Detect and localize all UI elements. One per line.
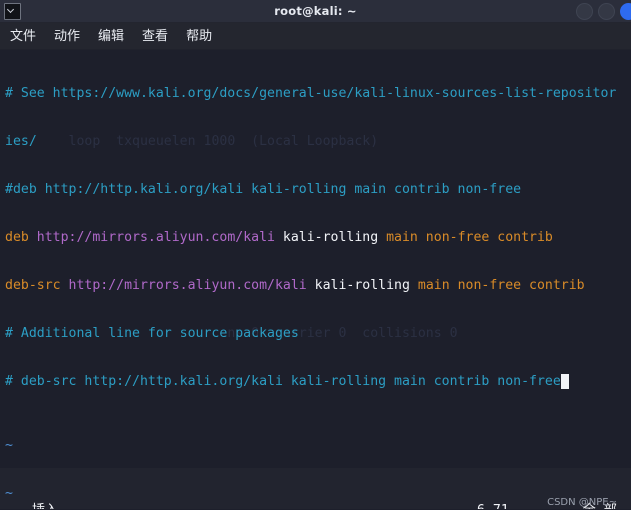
buffer-line-active: # deb-src http://http.kali.org/kali kali…: [5, 374, 631, 390]
repo-url: http://mirrors.aliyun.com/kali: [36, 230, 275, 245]
buffer-line: ies/: [5, 134, 631, 150]
buffer-line: deb http://mirrors.aliyun.com/kali kali-…: [5, 230, 631, 246]
menu-help[interactable]: 帮助: [186, 30, 212, 43]
repo-url: http://mirrors.aliyun.com/kali: [68, 278, 307, 293]
buffer-line: #deb http://http.kali.org/kali kali-roll…: [5, 182, 631, 198]
buffer-line: # Additional line for source packages: [5, 326, 631, 342]
tilde-marker: ~: [5, 438, 13, 453]
empty-line-marker: ~: [5, 438, 631, 454]
tilde-marker: ~: [5, 486, 13, 501]
comment-text: ies/: [5, 134, 37, 149]
terminal-icon: [4, 2, 21, 20]
text-cursor: [560, 374, 569, 389]
buffer-line: # See https://www.kali.org/docs/general-…: [5, 86, 631, 102]
close-button[interactable]: [620, 2, 631, 20]
menu-file[interactable]: 文件: [10, 30, 36, 43]
menu-view[interactable]: 查看: [142, 30, 168, 43]
repo-suite: kali-rolling: [274, 230, 379, 245]
comment-text: # See https://www.kali.org/docs/general-…: [5, 86, 617, 101]
buffer-line: deb-src http://mirrors.aliyun.com/kali k…: [5, 278, 631, 294]
repo-type: deb: [5, 230, 37, 245]
maximize-button[interactable]: [598, 2, 615, 20]
comment-text: # Additional line for source packages: [5, 326, 299, 341]
title-bar: root@kali: ~: [0, 0, 631, 23]
window-controls: [576, 2, 631, 20]
menu-actions[interactable]: 动作: [54, 30, 80, 43]
repo-suite: kali-rolling: [306, 278, 410, 293]
comment-text: #deb http://http.kali.org/kali kali-roll…: [5, 182, 522, 197]
vim-buffer[interactable]: # See https://www.kali.org/docs/general-…: [5, 54, 631, 510]
repo-type: deb-src: [5, 278, 69, 293]
empty-line-marker: ~: [5, 486, 631, 502]
comment-text: # deb-src http://http.kali.org/kali kali…: [5, 374, 561, 389]
menu-bar: 文件 动作 编辑 查看 帮助: [0, 23, 631, 50]
minimize-button[interactable]: [576, 2, 593, 20]
window-title: root@kali: ~: [274, 4, 357, 18]
menu-edit[interactable]: 编辑: [98, 30, 124, 43]
terminal-window: root@kali: ~ 文件 动作 编辑 查看 帮助 loop txqueue…: [0, 0, 631, 510]
terminal-content[interactable]: loop txqueuelen 1000 (Local Loopback) ns…: [0, 50, 631, 510]
repo-components: main non-free contrib: [378, 230, 553, 245]
repo-components: main non-free contrib: [409, 278, 585, 293]
